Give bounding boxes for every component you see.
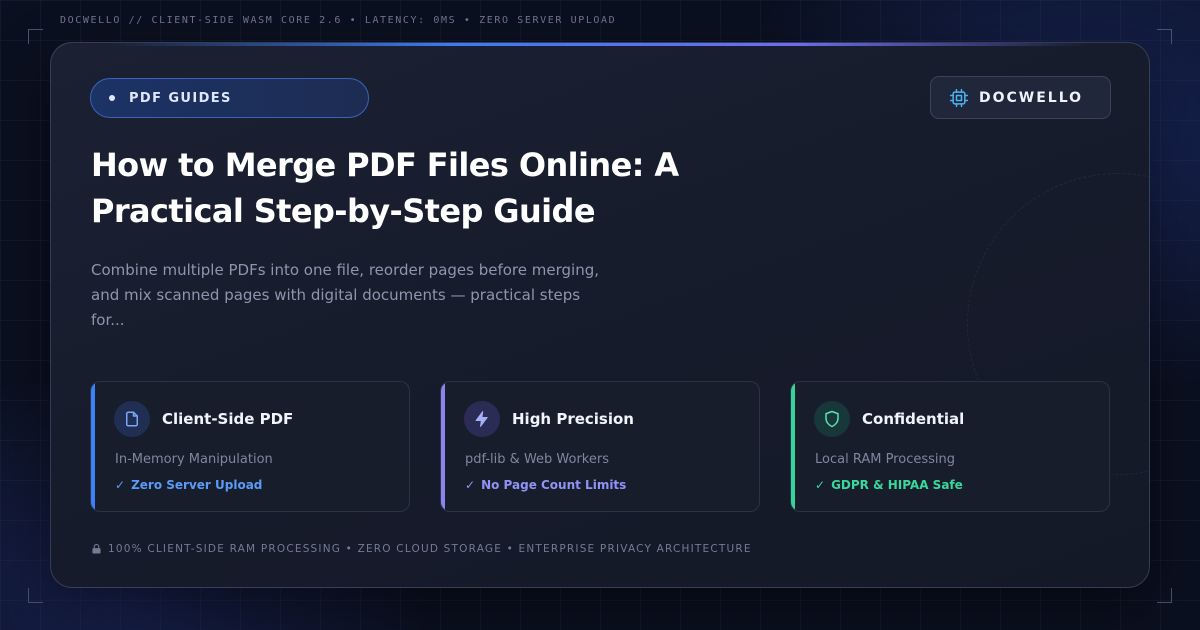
feature-title: Confidential	[862, 410, 965, 428]
category-label: PDF GUIDES	[129, 90, 232, 106]
footer-text: 100% CLIENT-SIDE RAM PROCESSING • ZERO C…	[108, 543, 752, 555]
pill-dot-icon	[109, 95, 115, 101]
corner-bracket-bottom-right	[1157, 588, 1172, 603]
feature-accent-bar	[441, 382, 445, 511]
feature-card-high-precision: High Precision pdf-lib & Web Workers ✓ No…	[440, 381, 760, 512]
feature-accent-bar	[791, 382, 795, 511]
feature-title: High Precision	[512, 410, 634, 428]
corner-bracket-bottom-left	[28, 588, 43, 603]
check-icon: ✓	[815, 478, 826, 492]
brand-name: DOCWELLO	[979, 89, 1084, 106]
lightning-icon	[464, 401, 500, 437]
article-title: How to Merge PDF Files Online: A Practic…	[91, 146, 679, 230]
shield-icon	[814, 401, 850, 437]
feature-check-label: Zero Server Upload	[131, 478, 263, 492]
lock-icon	[92, 544, 101, 554]
corner-bracket-top-left	[28, 29, 43, 44]
check-icon: ✓	[465, 478, 476, 492]
feature-card-confidential: Confidential Local RAM Processing ✓ GDPR …	[790, 381, 1110, 512]
category-pill[interactable]: PDF GUIDES	[90, 78, 369, 118]
feature-subtitle: Local RAM Processing	[815, 452, 955, 467]
feature-check: ✓ Zero Server Upload	[115, 478, 262, 492]
feature-check: ✓ No Page Count Limits	[465, 478, 626, 492]
feature-check: ✓ GDPR & HIPAA Safe	[815, 478, 963, 492]
feature-check-label: GDPR & HIPAA Safe	[831, 478, 963, 492]
check-icon: ✓	[115, 478, 126, 492]
feature-check-label: No Page Count Limits	[481, 478, 627, 492]
article-card: PDF GUIDES DOCWELLO How to Merge PDF Fil…	[50, 42, 1150, 588]
feature-subtitle: pdf-lib & Web Workers	[465, 452, 609, 467]
article-description: Combine multiple PDFs into one file, reo…	[91, 261, 599, 329]
brand-badge[interactable]: DOCWELLO	[930, 76, 1111, 119]
document-icon	[114, 401, 150, 437]
top-caption: DOCWELLO // CLIENT-SIDE WASM CORE 2.6 • …	[60, 15, 617, 26]
feature-title: Client-Side PDF	[162, 410, 294, 428]
footer-note: 100% CLIENT-SIDE RAM PROCESSING • ZERO C…	[92, 543, 752, 555]
feature-subtitle: In-Memory Manipulation	[115, 452, 273, 467]
feature-card-client-side: Client-Side PDF In-Memory Manipulation ✓…	[90, 381, 410, 512]
corner-bracket-top-right	[1157, 29, 1172, 44]
card-accent-line	[111, 43, 1089, 46]
chip-icon	[949, 88, 969, 107]
feature-accent-bar	[91, 382, 95, 511]
